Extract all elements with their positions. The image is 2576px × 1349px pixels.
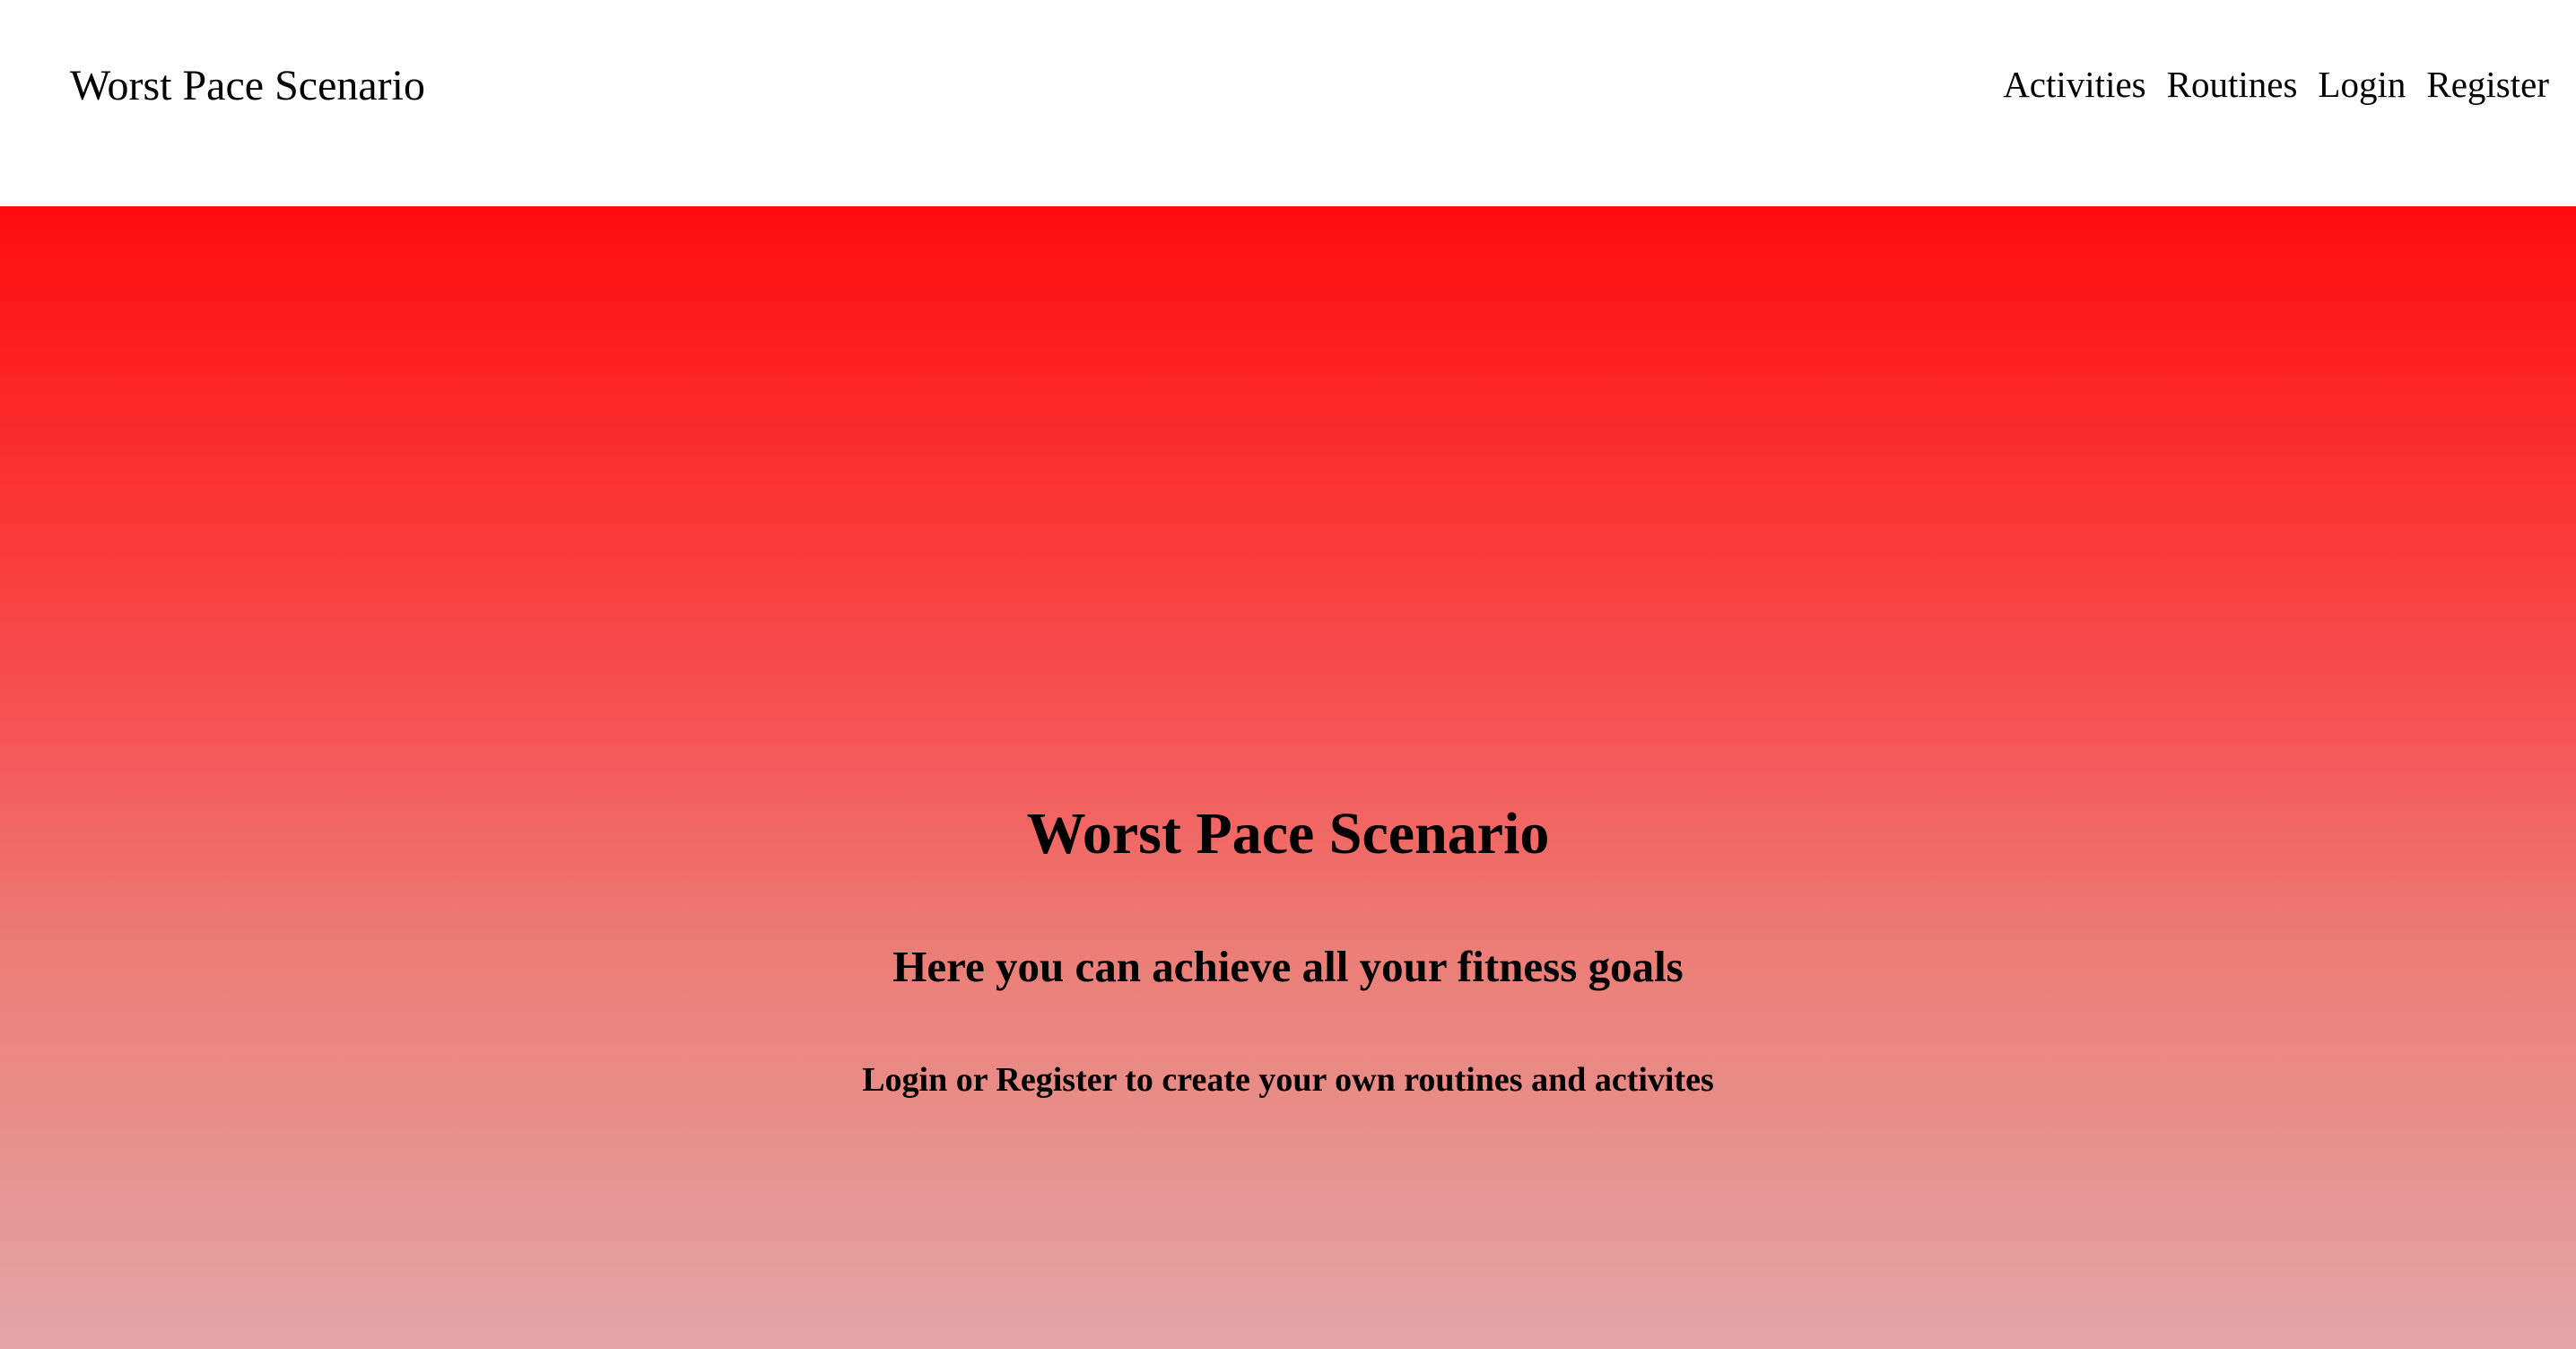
brand-title[interactable]: Worst Pace Scenario xyxy=(70,59,425,113)
hero-title: Worst Pace Scenario xyxy=(1026,801,1550,866)
top-navbar: Worst Pace Scenario Activities Routines … xyxy=(0,0,2576,206)
nav-link-routines[interactable]: Routines xyxy=(2167,57,2298,111)
hero-cta-text: Login or Register to create your own rou… xyxy=(862,1061,1714,1099)
nav-link-login[interactable]: Login xyxy=(2318,57,2406,111)
nav-link-register[interactable]: Register xyxy=(2426,57,2549,111)
main-nav: Activities Routines Login Register xyxy=(2003,57,2549,111)
hero-section: Worst Pace Scenario Here you can achieve… xyxy=(0,206,2576,1349)
hero-subtitle: Here you can achieve all your fitness go… xyxy=(892,942,1684,991)
nav-link-activities[interactable]: Activities xyxy=(2003,57,2145,111)
